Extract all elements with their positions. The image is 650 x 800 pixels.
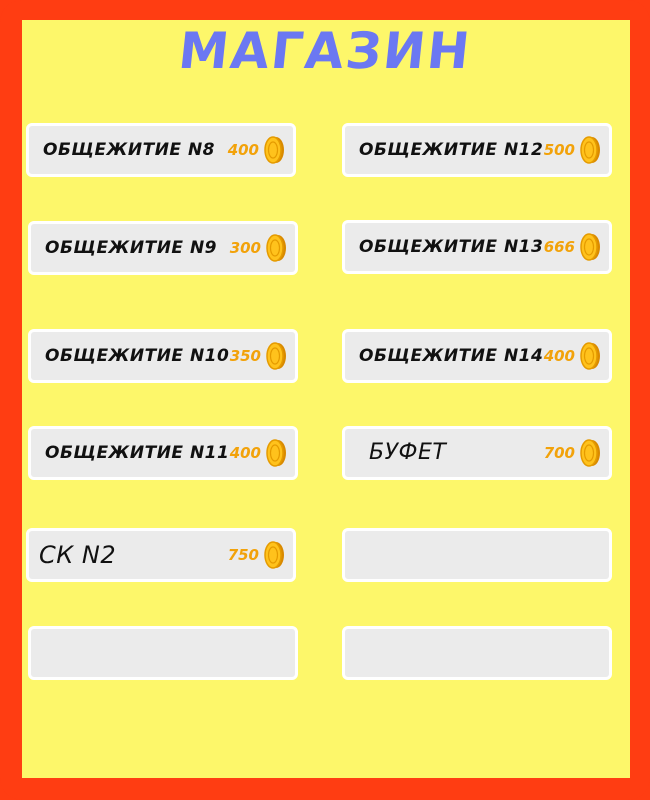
item-price: 700 (543, 444, 575, 462)
shop-item-dorm-12[interactable]: ОБЩЕЖИТИЕ N12 500 (342, 123, 612, 177)
item-label: ОБЩЕЖИТИЕ N11 (45, 443, 230, 463)
shop-item-dorm-11[interactable]: ОБЩЕЖИТИЕ N11 400 (28, 426, 298, 480)
item-label: ОБЩЕЖИТИЕ N8 (43, 140, 216, 160)
shop-item-dorm-10[interactable]: ОБЩЕЖИТИЕ N10 350 (28, 329, 298, 383)
item-label: ОБЩЕЖИТИЕ N12 (359, 140, 544, 160)
item-label: ОБЩЕЖИТИЕ N10 (45, 346, 230, 366)
coin-icon (266, 234, 286, 262)
coin-icon (264, 136, 284, 164)
item-label: СК N2 (39, 541, 117, 569)
coin-icon (580, 439, 600, 467)
item-price: 300 (229, 239, 261, 257)
item-label: ОБЩЕЖИТИЕ N9 (45, 238, 218, 258)
item-label: БУФЕТ (369, 440, 447, 465)
coin-icon (266, 342, 286, 370)
item-price: 400 (543, 347, 575, 365)
item-price: 500 (543, 141, 575, 159)
coin-icon (580, 233, 600, 261)
shop-item-empty[interactable] (342, 528, 612, 582)
item-price: 400 (229, 444, 261, 462)
shop-item-buffet[interactable]: БУФЕТ 700 (342, 426, 612, 480)
shop-item-dorm-13[interactable]: ОБЩЕЖИТИЕ N13 666 (342, 220, 612, 274)
item-price: 400 (227, 141, 259, 159)
coin-icon (580, 342, 600, 370)
shop-item-dorm-8[interactable]: ОБЩЕЖИТИЕ N8 400 (26, 123, 296, 177)
item-price: 750 (227, 546, 259, 564)
coin-icon (264, 541, 284, 569)
shop-item-empty[interactable] (28, 626, 298, 680)
shop-title: МАГАЗИН (175, 22, 475, 80)
shop-item-dorm-14[interactable]: ОБЩЕЖИТИЕ N14 400 (342, 329, 612, 383)
coin-icon (580, 136, 600, 164)
shop-item-dorm-9[interactable]: ОБЩЕЖИТИЕ N9 300 (28, 221, 298, 275)
item-price: 666 (543, 238, 575, 256)
item-label: ОБЩЕЖИТИЕ N13 (359, 237, 544, 257)
item-label: ОБЩЕЖИТИЕ N14 (359, 346, 544, 366)
coin-icon (266, 439, 286, 467)
shop-item-empty[interactable] (342, 626, 612, 680)
item-price: 350 (229, 347, 261, 365)
shop-item-sk-2[interactable]: СК N2 750 (26, 528, 296, 582)
